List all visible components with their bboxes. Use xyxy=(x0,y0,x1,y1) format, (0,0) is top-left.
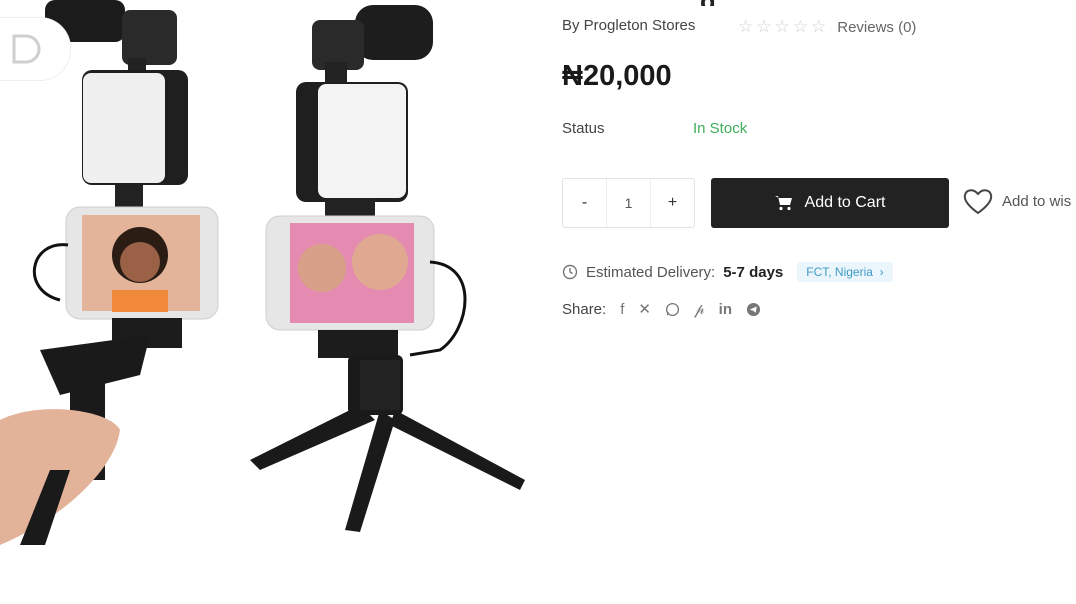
reviews-count[interactable]: Reviews (0) xyxy=(837,19,916,36)
chevron-right-icon: › xyxy=(876,265,884,279)
vlogging-kit-photo xyxy=(0,0,525,545)
star-icon: ☆ xyxy=(756,17,772,36)
image-badge xyxy=(0,18,70,80)
status-label: Status xyxy=(562,120,605,137)
telegram-icon[interactable] xyxy=(746,302,761,317)
share-label: Share: xyxy=(562,300,607,318)
share-bar: Share: f ✕ 𝓅 in xyxy=(562,300,761,318)
increase-button[interactable]: + xyxy=(651,179,694,227)
add-to-wishlist[interactable]: Add to wis xyxy=(963,188,1071,215)
product-title: g xyxy=(700,0,716,6)
clock-icon xyxy=(562,264,578,280)
delivery-label: Estimated Delivery: xyxy=(586,263,716,281)
estimated-delivery: Estimated Delivery: 5-7 days FCT, Nigeri… xyxy=(562,262,893,282)
star-icon: ☆ xyxy=(774,17,790,36)
quantity-stepper: - 1 + xyxy=(562,178,695,228)
add-to-cart-label: Add to Cart xyxy=(804,194,886,211)
logo-icon xyxy=(12,34,41,64)
star-icon: ☆ xyxy=(792,17,808,36)
stock-status: In Stock xyxy=(693,120,748,137)
delivery-location-label: FCT, Nigeria xyxy=(806,265,873,279)
cart-icon xyxy=(774,196,792,211)
add-to-wishlist-label: Add to wis xyxy=(1002,193,1072,210)
delivery-location[interactable]: FCT, Nigeria › xyxy=(797,262,893,282)
star-icon: ☆ xyxy=(738,17,754,36)
linkedin-icon[interactable]: in xyxy=(719,301,732,318)
product-price: ₦20,000 xyxy=(562,60,672,92)
pinterest-icon[interactable]: 𝓅 xyxy=(694,301,705,318)
star-icon: ☆ xyxy=(811,17,827,36)
decrease-button[interactable]: - xyxy=(563,179,606,227)
delivery-days: 5-7 days xyxy=(723,263,784,281)
quantity-input[interactable]: 1 xyxy=(606,179,651,227)
rating[interactable]: ☆ ☆ ☆ ☆ ☆ Reviews (0) xyxy=(738,17,916,37)
product-image[interactable] xyxy=(0,0,545,545)
whatsapp-icon[interactable] xyxy=(665,302,680,317)
x-icon[interactable]: ✕ xyxy=(638,300,651,318)
heart-icon xyxy=(963,189,993,215)
facebook-icon[interactable]: f xyxy=(620,301,624,318)
store-link[interactable]: By Progleton Stores xyxy=(562,17,695,34)
add-to-cart-button[interactable]: Add to Cart xyxy=(711,178,949,228)
